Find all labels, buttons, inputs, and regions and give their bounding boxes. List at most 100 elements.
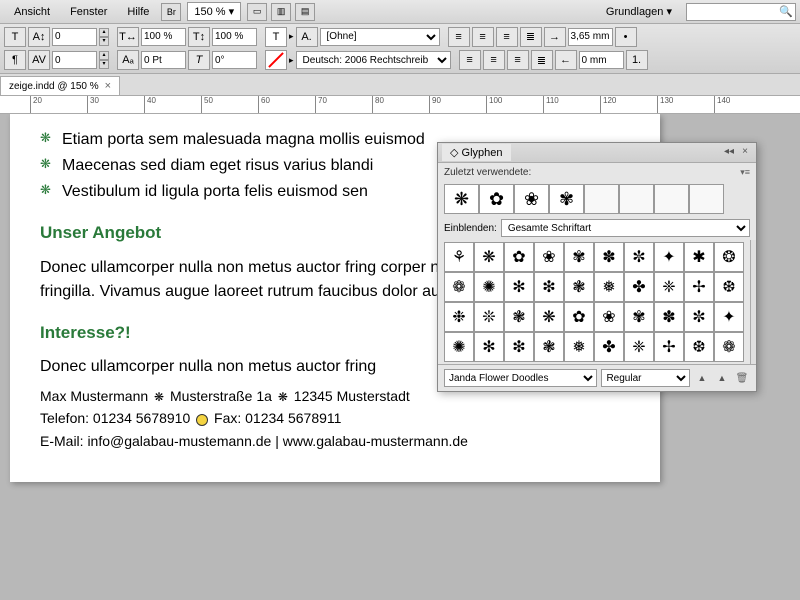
workspace-switcher[interactable]: Grundlagen ▾ <box>596 2 682 21</box>
glyph-cell[interactable]: ❁ <box>714 332 744 362</box>
kerning-input[interactable] <box>52 51 97 69</box>
char-style-icon[interactable]: A. <box>296 27 318 47</box>
glyph-cell[interactable]: ✦ <box>654 242 684 272</box>
glyph-cell[interactable]: ❀ <box>594 302 624 332</box>
zoom-out-icon[interactable]: ▲ <box>694 371 710 385</box>
bullets-icon[interactable]: • <box>615 27 637 47</box>
glyph-cell[interactable]: ❃ <box>564 272 594 302</box>
glyph-cell[interactable]: ✢ <box>684 272 714 302</box>
glyph-cell[interactable]: ❃ <box>504 302 534 332</box>
glyph-cell[interactable]: ❁ <box>444 272 474 302</box>
glyph-cell[interactable]: ✺ <box>444 332 474 362</box>
glyph-cell[interactable]: ✾ <box>624 302 654 332</box>
scrollbar[interactable] <box>750 240 756 364</box>
glyph-cell[interactable]: ✼ <box>684 302 714 332</box>
measure-input[interactable] <box>579 51 624 69</box>
align-left-icon[interactable]: ≡ <box>448 27 470 47</box>
vscale-input[interactable] <box>212 28 257 46</box>
glyph-cell[interactable]: ❋ <box>474 242 504 272</box>
view-options-icon[interactable]: ▤ <box>295 3 315 21</box>
glyph-cell[interactable]: ✾ <box>549 184 584 214</box>
panel-menu-icon[interactable]: ▾≡ <box>740 167 750 178</box>
glyph-cell[interactable]: ✽ <box>654 302 684 332</box>
baseline-input[interactable] <box>141 51 186 69</box>
language-select[interactable]: Deutsch: 2006 Rechtschreib <box>296 51 451 69</box>
font-size-input[interactable] <box>52 28 97 46</box>
glyph-cell[interactable]: ❆ <box>684 332 714 362</box>
font-family-select[interactable]: Janda Flower Doodles <box>444 369 597 387</box>
panel-collapse-icon[interactable]: ◂◂ <box>722 146 736 160</box>
glyph-cell[interactable]: ✤ <box>624 272 654 302</box>
glyph-cell[interactable]: ✺ <box>474 272 504 302</box>
trash-icon[interactable]: 🗑 <box>734 371 750 385</box>
align-center2-icon[interactable]: ≡ <box>483 50 505 70</box>
glyph-cell[interactable] <box>619 184 654 214</box>
show-select[interactable]: Gesamte Schriftart <box>501 219 750 237</box>
char-vscale-icon[interactable]: A↕ <box>28 27 50 47</box>
indent-input[interactable] <box>568 28 613 46</box>
align-left2-icon[interactable]: ≡ <box>459 50 481 70</box>
close-icon[interactable]: × <box>105 80 111 92</box>
char-style-select[interactable]: [Ohne] <box>320 28 440 46</box>
numbered-icon[interactable]: 1. <box>626 50 648 70</box>
search-input[interactable]: 🔍 <box>686 3 796 21</box>
glyph-cell[interactable]: ❋ <box>444 184 479 214</box>
stepper[interactable]: ▴▾ <box>99 28 109 46</box>
char-format-icon[interactable]: T <box>4 27 26 47</box>
glyph-cell[interactable]: ❂ <box>714 242 744 272</box>
panel-tab[interactable]: ◇ Glyphen <box>442 144 511 161</box>
glyph-cell[interactable]: ✤ <box>594 332 624 362</box>
hscale-input[interactable] <box>141 28 186 46</box>
hscale-icon[interactable]: T↔ <box>117 27 139 47</box>
fill-icon[interactable]: T <box>265 27 287 47</box>
arrange-icon[interactable]: ▥ <box>271 3 291 21</box>
stroke-icon[interactable] <box>265 50 287 70</box>
glyph-cell[interactable]: ✼ <box>624 242 654 272</box>
glyph-cell[interactable]: ❀ <box>514 184 549 214</box>
zoom-in-icon[interactable]: ▲ <box>714 371 730 385</box>
glyph-cell[interactable]: ❅ <box>564 332 594 362</box>
glyph-cell[interactable]: ✽ <box>594 242 624 272</box>
glyph-cell[interactable]: ❇ <box>504 332 534 362</box>
menu-hilfe[interactable]: Hilfe <box>117 3 159 21</box>
justify-icon[interactable]: ≣ <box>520 27 542 47</box>
align-right-icon[interactable]: ≡ <box>496 27 518 47</box>
glyph-cell[interactable]: ✿ <box>564 302 594 332</box>
glyph-cell[interactable]: ⚘ <box>444 242 474 272</box>
baseline-icon[interactable]: Aₐ <box>117 50 139 70</box>
skew-input[interactable] <box>212 51 257 69</box>
glyph-cell[interactable] <box>689 184 724 214</box>
menu-fenster[interactable]: Fenster <box>60 3 117 21</box>
stepper[interactable]: ▴▾ <box>99 51 109 69</box>
glyph-cell[interactable]: ✻ <box>474 332 504 362</box>
align-right2-icon[interactable]: ≡ <box>507 50 529 70</box>
glyph-cell[interactable]: ✱ <box>684 242 714 272</box>
skew-icon[interactable]: T <box>188 50 210 70</box>
zoom-select[interactable]: 150 % ▾ <box>187 2 241 21</box>
measure-icon[interactable]: ← <box>555 50 577 70</box>
glyph-cell[interactable]: ✿ <box>479 184 514 214</box>
glyph-cell[interactable]: ❉ <box>444 302 474 332</box>
glyph-cell[interactable]: ❅ <box>594 272 624 302</box>
glyph-cell[interactable]: ❇ <box>534 272 564 302</box>
menu-ansicht[interactable]: Ansicht <box>4 3 60 21</box>
glyph-cell[interactable]: ❈ <box>624 332 654 362</box>
glyph-cell[interactable]: ❀ <box>534 242 564 272</box>
glyph-cell[interactable] <box>654 184 689 214</box>
align-center-icon[interactable]: ≡ <box>472 27 494 47</box>
para-format-icon[interactable]: ¶ <box>4 50 26 70</box>
glyph-cell[interactable]: ❊ <box>474 302 504 332</box>
glyph-cell[interactable] <box>584 184 619 214</box>
glyph-cell[interactable]: ✦ <box>714 302 744 332</box>
indent-icon[interactable]: → <box>544 27 566 47</box>
document-tab[interactable]: zeige.indd @ 150 % × <box>0 76 120 95</box>
bridge-icon[interactable]: Br <box>161 3 181 21</box>
screen-mode-icon[interactable]: ▭ <box>247 3 267 21</box>
glyph-cell[interactable]: ❃ <box>534 332 564 362</box>
glyph-cell[interactable]: ❈ <box>654 272 684 302</box>
justify2-icon[interactable]: ≣ <box>531 50 553 70</box>
glyph-cell[interactable]: ❋ <box>534 302 564 332</box>
kerning-icon[interactable]: AV <box>28 50 50 70</box>
glyph-cell[interactable]: ✾ <box>564 242 594 272</box>
glyph-cell[interactable]: ✻ <box>504 272 534 302</box>
